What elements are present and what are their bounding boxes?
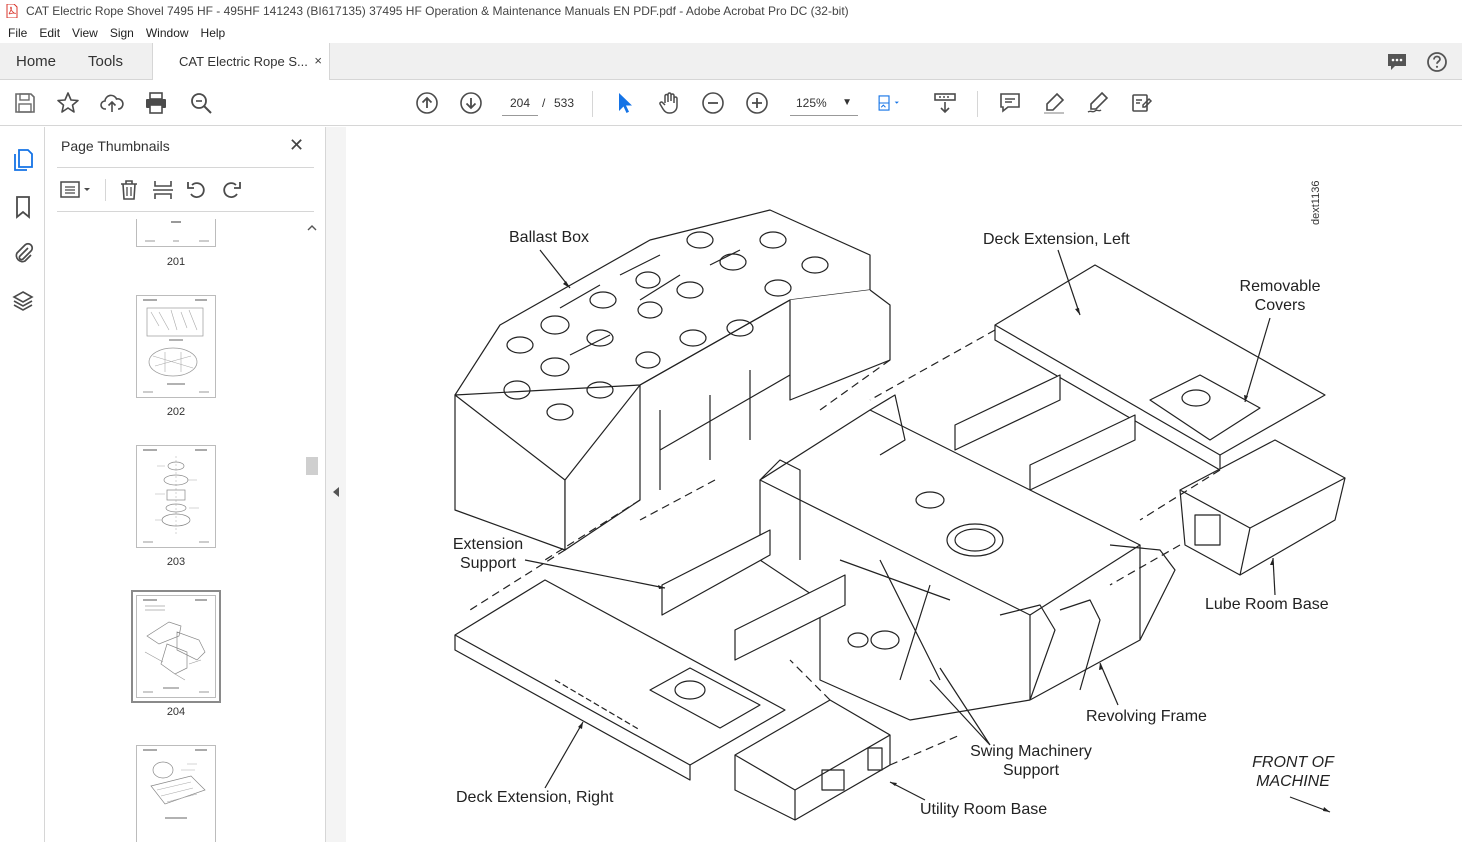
attachments-paperclip-icon[interactable] <box>11 241 35 265</box>
label-ballast-box: Ballast Box <box>509 229 590 246</box>
main-toolbar <box>0 80 1462 126</box>
previous-page-icon[interactable] <box>415 91 439 115</box>
menu-help[interactable]: Help <box>195 26 232 40</box>
label-deck-extension-right: Deck Extension, Right <box>456 789 614 806</box>
highlight-pen-icon[interactable] <box>1042 91 1066 115</box>
chevron-down-icon: ▼ <box>842 97 852 108</box>
rotate-counterclockwise-icon[interactable] <box>186 179 208 201</box>
scroll-mode-icon[interactable] <box>933 91 957 115</box>
acrobat-pdf-icon <box>6 3 18 19</box>
panel-collapse-strip[interactable] <box>326 127 346 842</box>
select-pointer-icon[interactable] <box>613 91 637 115</box>
tab-tools[interactable]: Tools <box>88 53 123 70</box>
document-view[interactable]: Ballast Box Deck Extension, Left Removab… <box>346 127 1462 842</box>
label-front-of-machine: FRONT OF MACHINE <box>1252 754 1334 790</box>
print-icon[interactable] <box>144 91 168 115</box>
fit-page-icon[interactable] <box>877 91 911 115</box>
hand-tool-icon[interactable] <box>657 91 681 115</box>
menu-window[interactable]: Window <box>140 26 195 40</box>
thumbnail-options-icon[interactable] <box>59 179 93 201</box>
navigation-rail <box>0 127 45 842</box>
panel-divider <box>57 167 314 168</box>
zoom-level-value: 125% <box>796 96 827 110</box>
find-magnifier-icon[interactable] <box>189 91 213 115</box>
next-page-icon[interactable] <box>459 91 483 115</box>
layers-icon[interactable] <box>11 289 35 313</box>
label-revolving-frame: Revolving Frame <box>1086 708 1207 725</box>
thumbnail-page-number: 203 <box>166 556 186 568</box>
label-utility-room-base: Utility Room Base <box>920 801 1048 818</box>
thumbnail-page-number: 204 <box>166 706 186 718</box>
comment-bubble-icon[interactable] <box>1386 51 1408 73</box>
thumbnail-toolbar <box>59 177 242 203</box>
zoom-out-icon[interactable] <box>701 91 725 115</box>
tab-home[interactable]: Home <box>16 53 56 70</box>
tab-document-label: CAT Electric Rope S... <box>179 54 308 69</box>
draw-signature-icon[interactable] <box>1086 91 1110 115</box>
insert-page-icon[interactable] <box>152 179 174 201</box>
page-number-input[interactable]: 204 <box>502 90 538 116</box>
page-separator: / <box>542 96 546 110</box>
label-removable-covers: Removable Covers <box>1239 278 1321 314</box>
upload-cloud-icon[interactable] <box>100 91 124 115</box>
label-deck-extension-left: Deck Extension, Left <box>983 231 1130 248</box>
page-thumbnails-icon[interactable] <box>11 148 35 172</box>
menu-bar: File Edit View Sign Window Help <box>0 22 1462 43</box>
menu-view[interactable]: View <box>66 26 104 40</box>
page-thumbnail-205[interactable] <box>136 745 216 842</box>
help-icon[interactable] <box>1426 51 1448 73</box>
label-swing-machinery-support: Swing Machinery Support <box>970 743 1092 779</box>
menu-sign[interactable]: Sign <box>104 26 140 40</box>
thumbnail-scrollbar[interactable] <box>305 219 319 842</box>
thumbnail-page-number: 201 <box>166 256 186 268</box>
page-thumbnail-203[interactable] <box>136 445 216 548</box>
panel-close-icon[interactable]: ✕ <box>289 135 304 156</box>
page-total: 533 <box>554 96 575 110</box>
bookmarks-icon[interactable] <box>11 195 35 219</box>
figure-id-label: dext1136 <box>1310 180 1322 225</box>
menu-file[interactable]: File <box>2 26 33 40</box>
bookmark-star-icon[interactable] <box>56 91 80 115</box>
window-title: CAT Electric Rope Shovel 7495 HF - 495HF… <box>26 4 849 18</box>
page-thumbnail-201[interactable] <box>136 219 216 247</box>
zoom-in-icon[interactable] <box>745 91 769 115</box>
title-bar: CAT Electric Rope Shovel 7495 HF - 495HF… <box>0 0 1462 22</box>
tab-close-icon[interactable]: × <box>314 53 322 68</box>
add-comment-icon[interactable] <box>998 91 1022 115</box>
menu-edit[interactable]: Edit <box>33 26 66 40</box>
page-thumbnails-panel: Page Thumbnails ✕ 201 202 203 204 <box>45 127 326 842</box>
toolbar-divider <box>105 179 106 201</box>
label-lube-room-base: Lube Room Base <box>1205 596 1329 613</box>
more-tools-icon[interactable] <box>1130 91 1154 115</box>
zoom-level-select[interactable]: 125% ▼ <box>790 90 858 116</box>
label-extension-support: Extension Support <box>452 536 524 572</box>
rotate-clockwise-icon[interactable] <box>220 179 242 201</box>
page-thumbnail-204-selected[interactable] <box>131 590 221 703</box>
thumbnail-page-number: 202 <box>166 406 186 418</box>
collapse-panel-arrow-icon[interactable] <box>333 487 339 497</box>
page-thumbnail-202[interactable] <box>136 295 216 398</box>
toolbar-divider <box>592 91 593 117</box>
panel-divider <box>57 211 314 212</box>
tab-bar: Home Tools CAT Electric Rope S... × <box>0 43 1462 80</box>
panel-title: Page Thumbnails <box>61 138 170 154</box>
delete-page-trash-icon[interactable] <box>118 179 140 201</box>
save-icon[interactable] <box>13 91 37 115</box>
tab-document[interactable]: CAT Electric Rope S... × <box>152 43 330 80</box>
toolbar-divider <box>977 91 978 117</box>
